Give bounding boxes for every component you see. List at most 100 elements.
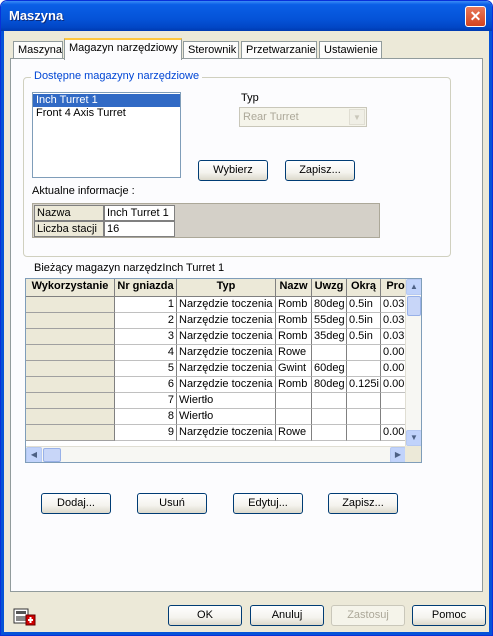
- cell-name[interactable]: Romb: [276, 377, 312, 393]
- cell-name[interactable]: Rowe: [276, 345, 312, 361]
- cell-angle[interactable]: 60deg: [312, 361, 347, 377]
- tab-sterownik[interactable]: Sterownik: [183, 41, 239, 59]
- cell-usage[interactable]: [26, 329, 115, 345]
- cell-usage[interactable]: [26, 345, 115, 361]
- tool-grid-vscroll[interactable]: ▲ ▼: [405, 279, 421, 446]
- table-row[interactable]: 4 Narzędzie toczenia Rowe 0.00: [26, 345, 406, 361]
- vscroll-thumb[interactable]: [407, 296, 421, 316]
- cell-slot[interactable]: 9: [115, 425, 177, 441]
- cell-slot[interactable]: 3: [115, 329, 177, 345]
- cell-radius[interactable]: [347, 393, 381, 409]
- cell-extra[interactable]: [381, 393, 406, 409]
- cell-slot[interactable]: 1: [115, 297, 177, 313]
- cell-slot[interactable]: 8: [115, 409, 177, 425]
- cancel-button[interactable]: Anuluj: [250, 605, 324, 626]
- tab-maszyna[interactable]: Maszyna: [13, 41, 63, 59]
- table-row[interactable]: 3 Narzędzie toczenia Romb 35deg 0.5in 0.03: [26, 329, 406, 345]
- cell-radius[interactable]: 0.5in: [347, 313, 381, 329]
- select-magazine-button[interactable]: Wybierz: [198, 160, 268, 181]
- cell-extra[interactable]: 0.03: [381, 297, 406, 313]
- cell-type[interactable]: Narzędzie toczenia: [177, 377, 276, 393]
- cell-name[interactable]: [276, 409, 312, 425]
- cell-radius[interactable]: 0.5in: [347, 297, 381, 313]
- cell-slot[interactable]: 4: [115, 345, 177, 361]
- cell-angle[interactable]: [312, 409, 347, 425]
- edit-button[interactable]: Edytuj...: [233, 493, 303, 514]
- col-header-type[interactable]: Typ: [177, 279, 276, 297]
- cell-angle[interactable]: 80deg: [312, 377, 347, 393]
- remove-button[interactable]: Usuń: [137, 493, 207, 514]
- col-header-angle[interactable]: Uwzg: [312, 279, 347, 297]
- cell-name[interactable]: Rowe: [276, 425, 312, 441]
- cell-usage[interactable]: [26, 297, 115, 313]
- cell-extra[interactable]: 0.03: [381, 313, 406, 329]
- tab-ustawienie[interactable]: Ustawienie: [319, 41, 382, 59]
- col-header-name[interactable]: Nazw: [276, 279, 312, 297]
- cell-type[interactable]: Narzędzie toczenia: [177, 313, 276, 329]
- hscroll-thumb[interactable]: [43, 448, 61, 462]
- col-header-slot[interactable]: Nr gniazda: [115, 279, 177, 297]
- cell-name[interactable]: [276, 393, 312, 409]
- cell-type[interactable]: Narzędzie toczenia: [177, 329, 276, 345]
- tool-grid[interactable]: Wykorzystanie Nr gniazda Typ Nazw Uwzg O…: [25, 278, 422, 463]
- arrow-down-icon[interactable]: ▼: [406, 430, 421, 446]
- info-stations-value[interactable]: 16: [104, 221, 175, 237]
- cell-angle[interactable]: 80deg: [312, 297, 347, 313]
- close-icon[interactable]: ✕: [465, 6, 486, 27]
- cell-usage[interactable]: [26, 313, 115, 329]
- col-header-usage[interactable]: Wykorzystanie: [26, 279, 115, 297]
- ok-button[interactable]: OK: [168, 605, 242, 626]
- cell-radius[interactable]: [347, 361, 381, 377]
- cell-radius[interactable]: [347, 345, 381, 361]
- table-row[interactable]: 5 Narzędzie toczenia Gwint 60deg 0.00: [26, 361, 406, 377]
- cell-angle[interactable]: [312, 393, 347, 409]
- cell-name[interactable]: Gwint: [276, 361, 312, 377]
- cell-name[interactable]: Romb: [276, 297, 312, 313]
- cell-type[interactable]: Wiertło: [177, 409, 276, 425]
- magazine-item[interactable]: Front 4 Axis Turret: [33, 107, 180, 120]
- cell-radius[interactable]: [347, 425, 381, 441]
- cell-angle[interactable]: [312, 345, 347, 361]
- cell-radius[interactable]: [347, 409, 381, 425]
- cell-name[interactable]: Romb: [276, 313, 312, 329]
- title-bar[interactable]: Maszyna ✕: [1, 1, 492, 31]
- type-select[interactable]: Rear Turret ▼: [239, 107, 367, 127]
- cell-slot[interactable]: 7: [115, 393, 177, 409]
- arrow-up-icon[interactable]: ▲: [406, 279, 421, 295]
- cell-type[interactable]: Narzędzie toczenia: [177, 361, 276, 377]
- cell-extra[interactable]: 0.00: [381, 361, 406, 377]
- cell-radius[interactable]: 0.5in: [347, 329, 381, 345]
- cell-extra[interactable]: 0.03: [381, 329, 406, 345]
- cell-extra[interactable]: 0.00: [381, 377, 406, 393]
- cell-name[interactable]: Romb: [276, 329, 312, 345]
- table-row[interactable]: 8 Wiertło: [26, 409, 406, 425]
- info-name-value[interactable]: Inch Turret 1: [104, 205, 175, 221]
- table-row[interactable]: 7 Wiertło: [26, 393, 406, 409]
- cell-usage[interactable]: [26, 409, 115, 425]
- arrow-right-icon[interactable]: ▶: [390, 447, 406, 462]
- tab-magazyn-narzedziowy[interactable]: Magazyn narzędziowy: [64, 38, 182, 60]
- cell-angle[interactable]: 35deg: [312, 329, 347, 345]
- cell-angle[interactable]: 55deg: [312, 313, 347, 329]
- chevron-down-icon[interactable]: ▼: [349, 109, 365, 125]
- table-row[interactable]: 6 Narzędzie toczenia Romb 80deg 0.125i 0.00: [26, 377, 406, 393]
- cell-usage[interactable]: [26, 377, 115, 393]
- save-magazine-button[interactable]: Zapisz...: [285, 160, 355, 181]
- cell-type[interactable]: Narzędzie toczenia: [177, 345, 276, 361]
- cell-slot[interactable]: 2: [115, 313, 177, 329]
- cell-usage[interactable]: [26, 425, 115, 441]
- tab-przetwarzanie[interactable]: Przetwarzanie: [241, 41, 317, 59]
- cell-angle[interactable]: [312, 425, 347, 441]
- cell-radius[interactable]: 0.125i: [347, 377, 381, 393]
- magazine-item[interactable]: Inch Turret 1: [33, 94, 180, 107]
- cell-usage[interactable]: [26, 361, 115, 377]
- col-header-extra[interactable]: Pro: [381, 279, 406, 297]
- tool-grid-hscroll[interactable]: ◀ ▶: [26, 446, 406, 462]
- table-row[interactable]: 2 Narzędzie toczenia Romb 55deg 0.5in 0.03: [26, 313, 406, 329]
- save-tools-button[interactable]: Zapisz...: [328, 493, 398, 514]
- cell-usage[interactable]: [26, 393, 115, 409]
- cell-slot[interactable]: 6: [115, 377, 177, 393]
- cell-extra[interactable]: 0.00: [381, 425, 406, 441]
- help-button[interactable]: Pomoc: [412, 605, 486, 626]
- cell-type[interactable]: Wiertło: [177, 393, 276, 409]
